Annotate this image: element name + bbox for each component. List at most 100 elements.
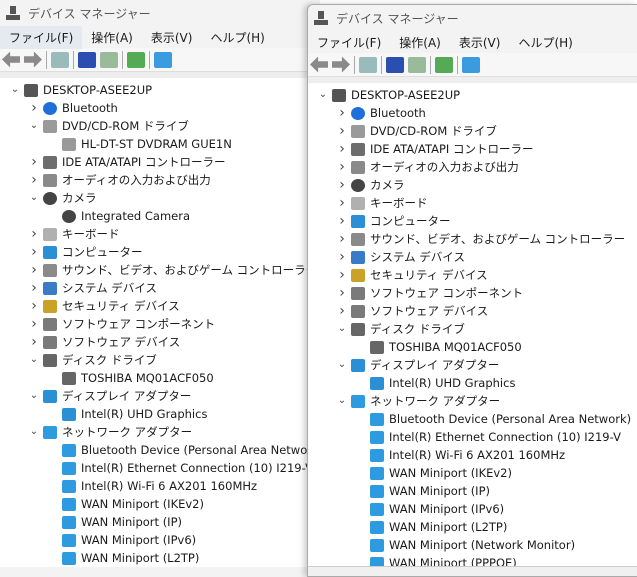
chevron-right-icon[interactable]: › (335, 302, 349, 320)
device-item[interactable]: Intel(R) Wi-Fi 6 AX201 160MHz (308, 446, 637, 464)
tree-node[interactable]: ⌄ ディスク ドライブ (308, 320, 637, 338)
chevron-right-icon[interactable]: › (335, 248, 349, 266)
update-driver-icon[interactable] (127, 51, 145, 68)
chevron-down-icon[interactable]: ⌄ (335, 356, 349, 374)
chevron-down-icon[interactable]: ⌄ (8, 81, 22, 99)
device-item[interactable]: Intel(R) Ethernet Connection (10) I219-V (0, 459, 320, 477)
tree-node[interactable]: › Bluetooth (308, 104, 637, 122)
menu-help[interactable]: ヘルプ(H) (509, 31, 581, 54)
tree-node[interactable]: ⌄ ディスク ドライブ (0, 351, 320, 369)
device-item[interactable]: Bluetooth Device (Personal Area Network) (0, 441, 320, 459)
device-item[interactable]: TOSHIBA MQ01ACF050 (308, 338, 637, 356)
scan-hardware-icon[interactable] (154, 51, 172, 68)
help-icon[interactable] (386, 56, 404, 73)
chevron-right-icon[interactable]: › (335, 284, 349, 302)
device-item[interactable]: WAN Miniport (IKEv2) (0, 495, 320, 513)
view-icon[interactable] (100, 51, 118, 68)
chevron-right-icon[interactable]: › (27, 261, 41, 279)
tree-node[interactable]: › システム デバイス (0, 279, 320, 297)
chevron-right-icon[interactable]: › (27, 279, 41, 297)
back-icon[interactable] (2, 51, 20, 68)
tree-node[interactable]: ⌄ ディスプレイ アダプター (308, 356, 637, 374)
chevron-right-icon[interactable]: › (27, 153, 41, 171)
tree-node[interactable]: › セキュリティ デバイス (0, 297, 320, 315)
device-item[interactable]: Intel(R) UHD Graphics (308, 374, 637, 392)
update-driver-icon[interactable] (435, 56, 453, 73)
tree-node[interactable]: ⌄ ネットワーク アダプター (0, 423, 320, 441)
chevron-down-icon[interactable]: ⌄ (27, 423, 41, 441)
tree-node[interactable]: › ソフトウェア コンポーネント (0, 315, 320, 333)
chevron-right-icon[interactable]: › (27, 297, 41, 315)
tree-node[interactable]: › コンピューター (0, 243, 320, 261)
device-item[interactable]: WAN Miniport (IP) (308, 482, 637, 500)
device-item[interactable]: Intel(R) UHD Graphics (0, 405, 320, 423)
chevron-right-icon[interactable]: › (27, 315, 41, 333)
tree-node[interactable]: › コンピューター (308, 212, 637, 230)
chevron-right-icon[interactable]: › (27, 333, 41, 351)
chevron-right-icon[interactable]: › (335, 266, 349, 284)
tree-node[interactable]: › セキュリティ デバイス (308, 266, 637, 284)
chevron-down-icon[interactable]: ⌄ (27, 189, 41, 207)
chevron-right-icon[interactable]: › (27, 99, 41, 117)
tree-node[interactable]: › カメラ (308, 176, 637, 194)
tree-node[interactable]: › サウンド、ビデオ、およびゲーム コントローラー (0, 261, 320, 279)
chevron-right-icon[interactable]: › (27, 243, 41, 261)
tree-node[interactable]: › サウンド、ビデオ、およびゲーム コントローラー (308, 230, 637, 248)
forward-icon[interactable] (332, 56, 350, 73)
tree-node[interactable]: › Bluetooth (0, 99, 320, 117)
menu-action[interactable]: 操作(A) (390, 31, 450, 54)
device-item[interactable]: Intel(R) Ethernet Connection (10) I219-V (308, 428, 637, 446)
device-item[interactable]: WAN Miniport (IPv6) (308, 500, 637, 518)
tree-node[interactable]: ⌄ DVD/CD-ROM ドライブ (0, 117, 320, 135)
tree-node[interactable]: › キーボード (308, 194, 637, 212)
tree-node[interactable]: ⌄ ネットワーク アダプター (308, 392, 637, 410)
menu-action[interactable]: 操作(A) (82, 26, 142, 49)
menu-file[interactable]: ファイル(F) (0, 25, 83, 49)
tree-node[interactable]: ⌄ ディスプレイ アダプター (0, 387, 320, 405)
chevron-down-icon[interactable]: ⌄ (27, 351, 41, 369)
device-item[interactable]: WAN Miniport (Network Monitor) (308, 536, 637, 554)
tree-node[interactable]: › ソフトウェア コンポーネント (308, 284, 637, 302)
back-icon[interactable] (310, 56, 328, 73)
chevron-down-icon[interactable]: ⌄ (316, 86, 330, 104)
scan-hardware-icon[interactable] (462, 56, 480, 73)
chevron-right-icon[interactable]: › (335, 194, 349, 212)
chevron-down-icon[interactable]: ⌄ (27, 117, 41, 135)
chevron-right-icon[interactable]: › (335, 104, 349, 122)
chevron-down-icon[interactable]: ⌄ (335, 320, 349, 338)
tree-node[interactable]: › IDE ATA/ATAPI コントローラー (308, 140, 637, 158)
menu-help[interactable]: ヘルプ(H) (201, 26, 273, 49)
chevron-right-icon[interactable]: › (27, 171, 41, 189)
menu-file[interactable]: ファイル(F) (308, 31, 390, 54)
menu-view[interactable]: 表示(V) (142, 26, 202, 49)
menu-view[interactable]: 表示(V) (450, 31, 510, 54)
device-item[interactable]: Integrated Camera (0, 207, 320, 225)
chevron-down-icon[interactable]: ⌄ (27, 387, 41, 405)
device-item[interactable]: WAN Miniport (L2TP) (0, 549, 320, 567)
tree-node[interactable]: › DVD/CD-ROM ドライブ (308, 122, 637, 140)
chevron-right-icon[interactable]: › (27, 225, 41, 243)
chevron-right-icon[interactable]: › (335, 122, 349, 140)
chevron-right-icon[interactable]: › (335, 230, 349, 248)
device-item[interactable]: WAN Miniport (IKEv2) (308, 464, 637, 482)
tree-node[interactable]: › ソフトウェア デバイス (0, 333, 320, 351)
device-item[interactable]: WAN Miniport (L2TP) (308, 518, 637, 536)
device-item[interactable]: WAN Miniport (IPv6) (0, 531, 320, 549)
tree-node[interactable]: ⌄ カメラ (0, 189, 320, 207)
tree-node[interactable]: ⌄ DESKTOP-ASEE2UP (308, 86, 637, 104)
device-item[interactable]: Intel(R) Wi-Fi 6 AX201 160MHz (0, 477, 320, 495)
tree-node[interactable]: ⌄ DESKTOP-ASEE2UP (0, 81, 320, 99)
chevron-right-icon[interactable]: › (335, 212, 349, 230)
tree-node[interactable]: › オーディオの入力および出力 (0, 171, 320, 189)
tree-node[interactable]: › オーディオの入力および出力 (308, 158, 637, 176)
device-item[interactable]: TOSHIBA MQ01ACF050 (0, 369, 320, 387)
tree-node[interactable]: › キーボード (0, 225, 320, 243)
chevron-right-icon[interactable]: › (335, 158, 349, 176)
view-icon[interactable] (408, 56, 426, 73)
properties-icon[interactable] (51, 51, 69, 68)
device-item[interactable]: Bluetooth Device (Personal Area Network) (308, 410, 637, 428)
tree-node[interactable]: › システム デバイス (308, 248, 637, 266)
help-icon[interactable] (78, 51, 96, 68)
device-item[interactable]: HL-DT-ST DVDRAM GUE1N (0, 135, 320, 153)
device-item[interactable]: WAN Miniport (IP) (0, 513, 320, 531)
